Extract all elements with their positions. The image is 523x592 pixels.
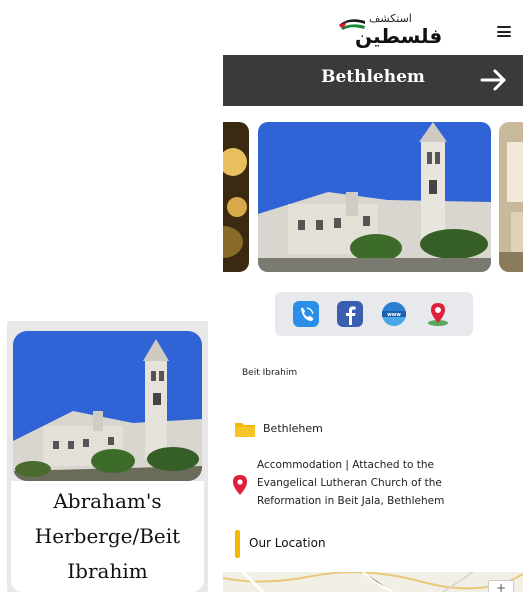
heading-accent-bar bbox=[235, 530, 240, 558]
place-name: Beit Ibrahim bbox=[242, 368, 298, 378]
location-map[interactable]: + bbox=[223, 572, 523, 592]
city-header-bar: Bethlehem bbox=[223, 55, 523, 106]
place-description: Accommodation | Attached to the Evangeli… bbox=[257, 459, 445, 507]
site-logo[interactable]: استكشف فلسطين bbox=[335, 10, 442, 50]
city-title: Bethlehem bbox=[321, 67, 425, 87]
place-photo bbox=[13, 331, 202, 481]
location-pin-icon bbox=[233, 475, 247, 495]
city-row[interactable]: Bethlehem bbox=[235, 419, 515, 441]
folder-icon bbox=[235, 423, 255, 437]
www-icon[interactable]: www bbox=[381, 301, 407, 327]
arrow-right-icon[interactable] bbox=[480, 67, 508, 93]
carousel-slide-current[interactable] bbox=[258, 122, 491, 272]
carousel-slide-next[interactable] bbox=[499, 122, 523, 272]
facebook-icon[interactable] bbox=[337, 301, 363, 327]
description-row: Accommodation | Attached to the Evangeli… bbox=[231, 456, 521, 516]
phone-screen: استكشف فلسطين Bethlehem www Beit Ibrahim… bbox=[223, 0, 523, 592]
map-pin-icon[interactable] bbox=[425, 301, 451, 327]
viber-icon[interactable] bbox=[293, 301, 319, 327]
location-heading: Our Location bbox=[249, 536, 326, 550]
place-card[interactable]: Abraham's Herberge/Beit Ibrahim bbox=[7, 321, 208, 592]
place-card-title[interactable]: Abraham's Herberge/Beit Ibrahim bbox=[11, 481, 204, 592]
location-section-heading: Our Location bbox=[235, 530, 515, 558]
contact-icons-bar: www bbox=[275, 292, 473, 336]
city-label: Bethlehem bbox=[263, 422, 323, 435]
svg-text:www: www bbox=[387, 312, 401, 318]
photo-carousel[interactable] bbox=[223, 122, 523, 272]
map-zoom-in-button[interactable]: + bbox=[488, 580, 514, 592]
carousel-slide-prev[interactable] bbox=[223, 122, 249, 272]
logo-text-big: فلسطين bbox=[355, 24, 443, 48]
hamburger-icon[interactable] bbox=[497, 26, 511, 37]
top-bar: استكشف فلسطين bbox=[223, 0, 523, 55]
